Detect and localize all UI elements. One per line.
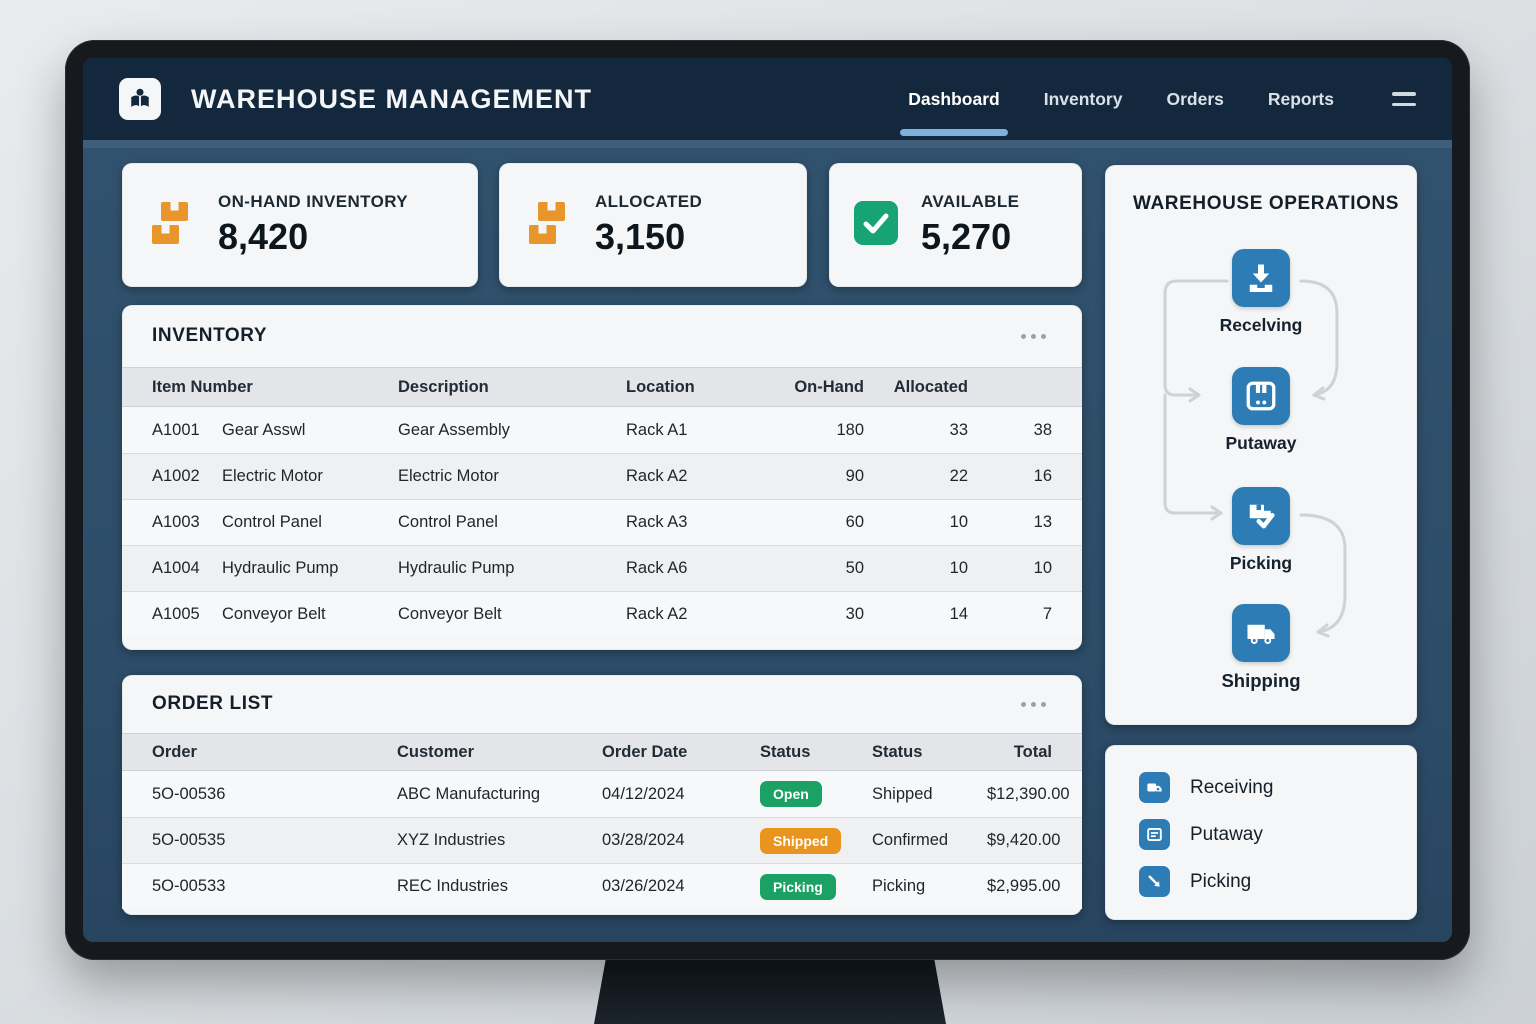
- stat-label: ON-HAND INVENTORY: [218, 192, 409, 211]
- active-tab-underline: [900, 128, 1008, 136]
- table-row[interactable]: 5O-00535 XYZ Industries 03/28/2024 Shipp…: [122, 817, 1082, 863]
- legend-label: Putaway: [1190, 823, 1263, 845]
- order-list-menu-ellipsis-icon[interactable]: [1015, 696, 1052, 713]
- desk-background: WAREHOUSE MANAGEMENT Dashboard Inventory…: [0, 0, 1536, 1024]
- monitor-frame: WAREHOUSE MANAGEMENT Dashboard Inventory…: [65, 40, 1470, 960]
- boxes-icon: [146, 200, 196, 251]
- stat-card-on-hand: ON-HAND INVENTORY 8,420: [122, 163, 478, 287]
- flow-step-label: Picking: [1229, 553, 1293, 573]
- boxes-icon: [523, 200, 573, 251]
- putaway-icon[interactable]: [1232, 367, 1290, 425]
- col-on-hand: On-Hand: [794, 377, 864, 396]
- legend-item-receiving[interactable]: Receiving: [1139, 772, 1417, 803]
- table-row[interactable]: A1005 Conveyor Belt Conveyor Belt Rack A2 …: [122, 591, 1082, 637]
- screen: WAREHOUSE MANAGEMENT Dashboard Inventory…: [83, 58, 1452, 942]
- main-nav: Dashboard Inventory Orders Reports: [900, 79, 1336, 136]
- hamburger-menu-icon[interactable]: [1392, 92, 1416, 106]
- check-icon: [853, 200, 899, 251]
- flow-step-label: Shipping: [1221, 670, 1301, 691]
- order-list-title: ORDER LIST: [152, 693, 274, 714]
- col-order-date: Order Date: [602, 742, 688, 761]
- monitor-stand: [594, 956, 946, 1024]
- picking-icon[interactable]: [1232, 487, 1290, 545]
- order-table-header: Order Customer Order Date Status Status …: [122, 733, 1082, 771]
- col-description: Description: [398, 377, 489, 396]
- topbar-divider: [83, 140, 1452, 148]
- flow-step-receiving: Recelving: [1105, 249, 1417, 336]
- flow-step-shipping: Shipping: [1105, 604, 1417, 692]
- nav-dashboard[interactable]: Dashboard: [900, 79, 1008, 136]
- legend-label: Receiving: [1190, 776, 1274, 798]
- stat-value: 3,150: [595, 216, 686, 257]
- stat-card-allocated: ALLOCATED 3,150: [499, 163, 807, 287]
- col-location: Location: [626, 377, 695, 396]
- operations-title: WAREHOUSE OPERATIONS: [1133, 193, 1400, 214]
- putaway-small-icon: [1139, 819, 1170, 850]
- table-row[interactable]: A1003 Control Panel Control Panel Rack A3 …: [122, 499, 1082, 545]
- inventory-panel: INVENTORY Item Number Description Locati…: [122, 305, 1082, 650]
- open-box-logo-icon: [131, 88, 149, 108]
- col-item-number: Item Number: [152, 377, 253, 396]
- col-status: Status: [872, 742, 923, 761]
- col-status-badge: Status: [760, 742, 811, 761]
- table-row[interactable]: A1002 Electric Motor Electric Motor Rack A…: [122, 453, 1082, 499]
- status-badge: Open: [760, 781, 822, 807]
- inventory-menu-ellipsis-icon[interactable]: [1015, 328, 1052, 345]
- order-table-body: 5O-00536 ABC Manufacturing 04/12/2024 Op…: [122, 771, 1082, 909]
- receiving-small-icon: [1139, 772, 1170, 803]
- inventory-title: INVENTORY: [152, 325, 268, 346]
- status-badge: Shipped: [760, 827, 842, 854]
- picking-small-icon: [1139, 866, 1170, 897]
- col-customer: Customer: [397, 742, 475, 761]
- legend-item-picking[interactable]: Picking: [1139, 866, 1417, 897]
- flow-step-label: Putaway: [1225, 433, 1297, 453]
- inventory-table-header: Item Number Description Location On-Hand…: [122, 367, 1082, 407]
- table-row[interactable]: A1001 Gear Asswl Gear Assembly Rack A1 180…: [122, 407, 1082, 453]
- app-logo: [119, 78, 161, 120]
- receiving-icon[interactable]: [1232, 249, 1290, 307]
- order-list-panel: ORDER LIST Order Customer Order Date Sta…: [122, 675, 1082, 915]
- flow-step-label: Recelving: [1219, 315, 1303, 335]
- table-row[interactable]: A1004 Hydraulic Pump Hydraulic Pump Rack A…: [122, 545, 1082, 591]
- stat-value: 8,420: [218, 216, 309, 257]
- nav-orders-label: Orders: [1166, 88, 1224, 109]
- nav-dashboard-label: Dashboard: [908, 88, 1000, 109]
- legend-item-putaway[interactable]: Putaway: [1139, 819, 1417, 850]
- nav-reports-label: Reports: [1267, 88, 1334, 109]
- inventory-table-body: A1001 Gear Asswl Gear Assembly Rack A1 180…: [122, 407, 1082, 637]
- status-badge: Picking: [760, 873, 836, 900]
- stat-label: ALLOCATED: [595, 192, 703, 211]
- shipping-icon[interactable]: [1232, 604, 1290, 662]
- legend-panel: Receiving Putaway Picking: [1105, 745, 1417, 920]
- flow-step-putaway: Putaway: [1105, 367, 1417, 454]
- stat-label: AVAILABLE: [921, 192, 1020, 211]
- table-row[interactable]: 5O-00536 ABC Manufacturing 04/12/2024 Op…: [122, 771, 1082, 817]
- stat-card-available: AVAILABLE 5,270: [829, 163, 1082, 287]
- legend-label: Picking: [1190, 870, 1252, 892]
- top-navigation-bar: WAREHOUSE MANAGEMENT Dashboard Inventory…: [83, 58, 1452, 140]
- nav-inventory[interactable]: Inventory: [1042, 79, 1125, 120]
- stat-value: 5,270: [921, 216, 1012, 257]
- col-order: Order: [152, 742, 197, 761]
- col-total: Total: [1013, 742, 1052, 761]
- nav-reports[interactable]: Reports: [1266, 79, 1336, 120]
- warehouse-operations-panel: WAREHOUSE OPERATIONS Recelving Putaway P…: [1105, 165, 1417, 725]
- nav-inventory-label: Inventory: [1043, 88, 1123, 109]
- table-row[interactable]: 5O-00533 REC Industries 03/26/2024 Picki…: [122, 863, 1082, 909]
- nav-orders[interactable]: Orders: [1164, 79, 1225, 120]
- col-allocated: Allocated: [893, 377, 968, 396]
- flow-step-picking: Picking: [1105, 487, 1417, 574]
- page-title: WAREHOUSE MANAGEMENT: [191, 83, 593, 114]
